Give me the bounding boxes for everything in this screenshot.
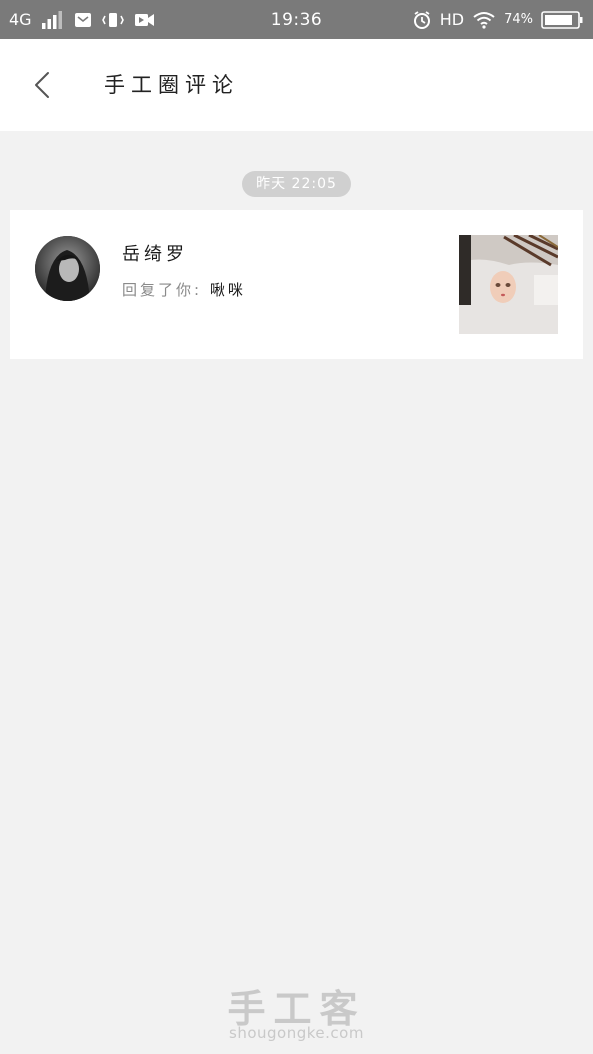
doll-head-image	[459, 235, 558, 334]
chevron-left-icon	[35, 72, 49, 98]
timestamp-badge: 昨天 22:05	[242, 171, 351, 197]
back-button[interactable]	[24, 65, 64, 105]
reply-prefix: 回复了你:	[122, 281, 203, 299]
page-title: 手工圈评论	[104, 73, 239, 97]
reply-content: 啾咪	[209, 281, 246, 299]
username[interactable]: 岳绮罗	[122, 240, 188, 266]
hd-label: HD	[439, 10, 465, 29]
post-thumbnail[interactable]	[459, 235, 558, 334]
watermark-url: shougongke.com	[229, 1024, 364, 1042]
reply-line: 回复了你: 啾咪	[122, 279, 246, 300]
notification-item[interactable]: 岳绮罗 回复了你: 啾咪	[10, 210, 583, 359]
alarm-icon	[412, 10, 432, 30]
wifi-icon	[472, 11, 496, 29]
status-bar: 4G 19:36 HD 74%	[0, 0, 593, 39]
app-header: 手工圈评论	[0, 39, 593, 131]
battery-percent: 74%	[504, 12, 533, 27]
avatar[interactable]	[35, 236, 100, 301]
status-right: HD 74%	[412, 9, 583, 31]
battery-icon	[541, 11, 583, 29]
avatar-image	[35, 236, 100, 301]
